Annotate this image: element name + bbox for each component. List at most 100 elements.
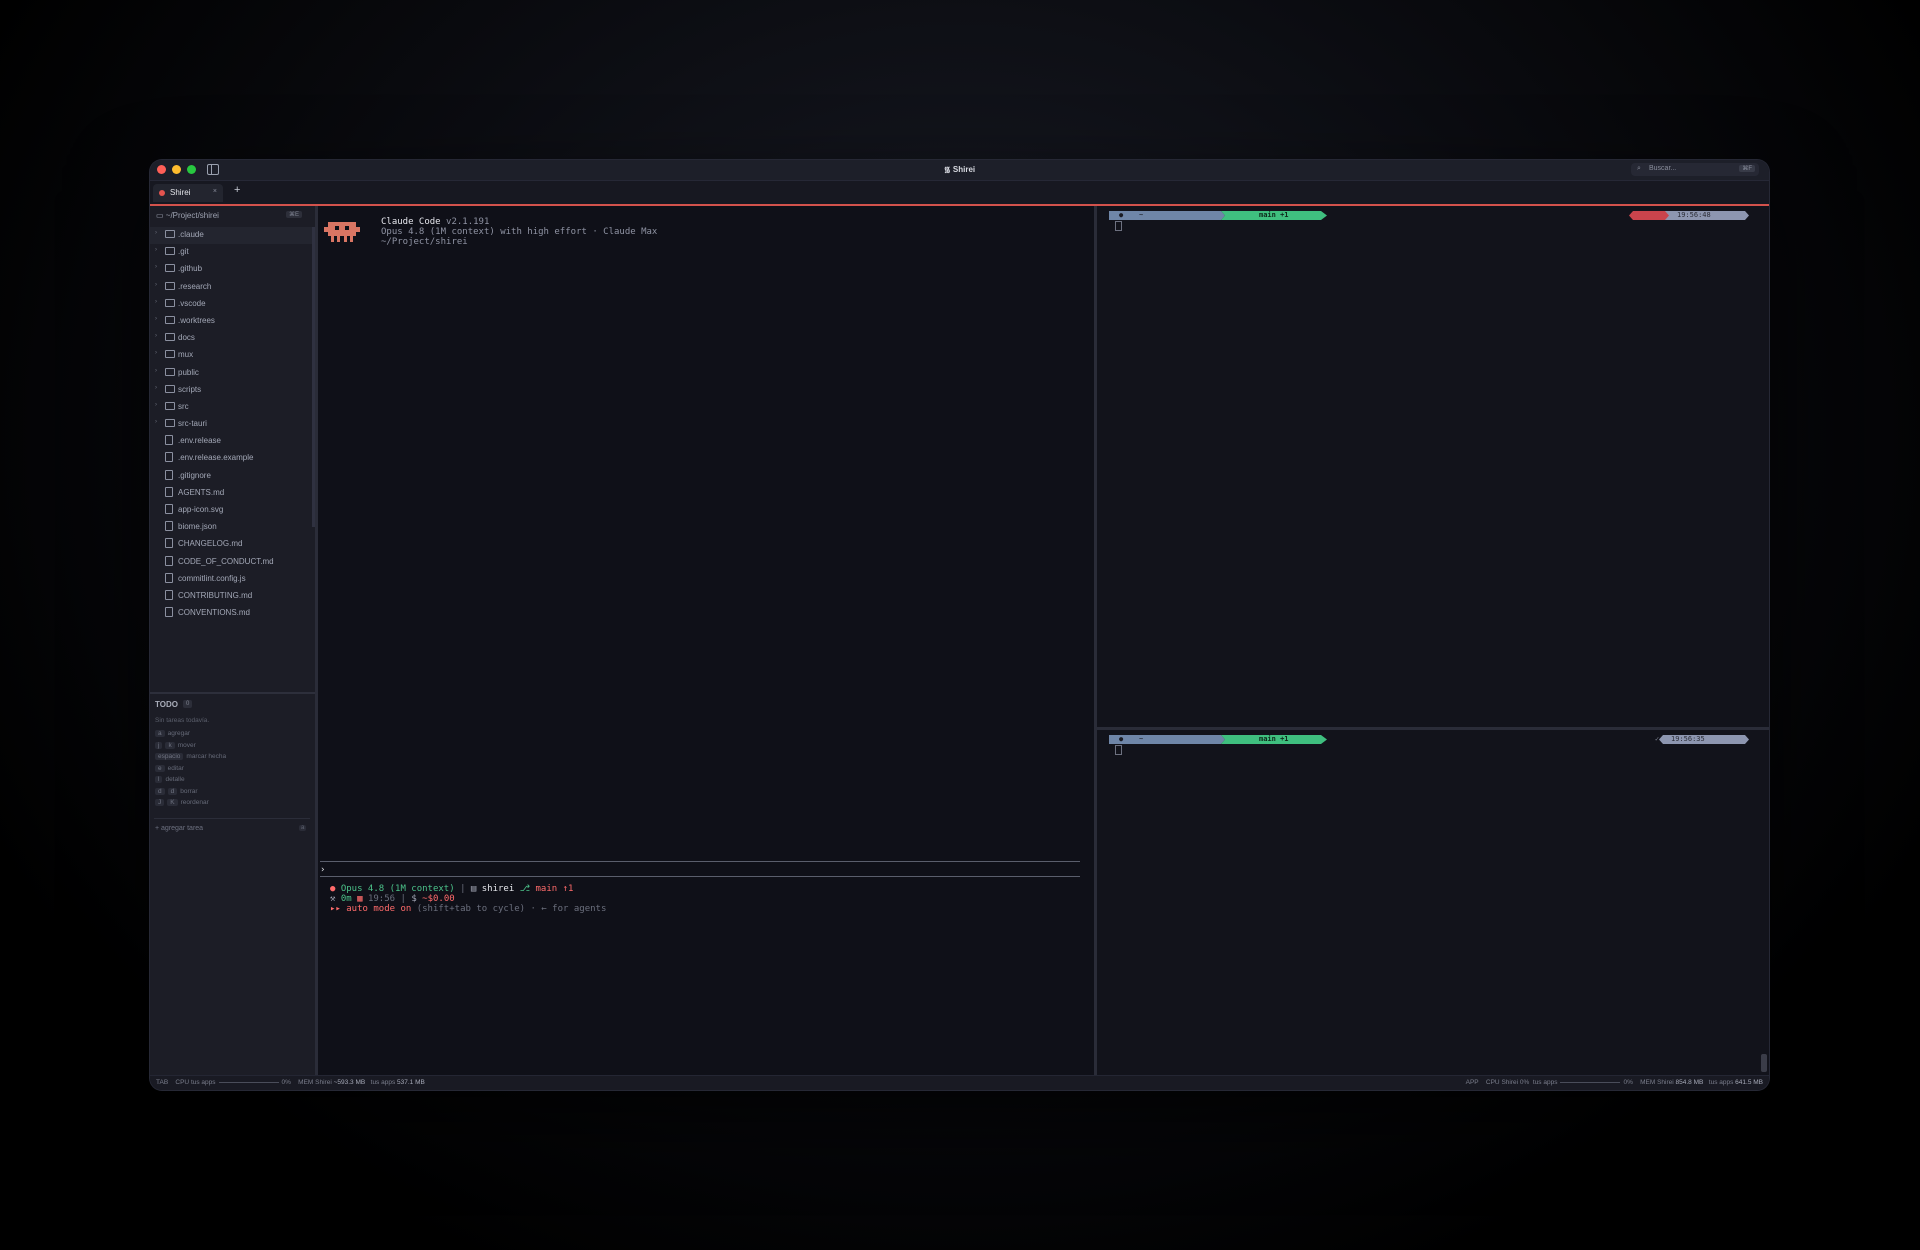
claude-code-terminal[interactable]: Claude Code v2.1.191 Opus 4.8 (1M contex… [318, 206, 1097, 1076]
prompt-branch: main +1 [1259, 735, 1289, 743]
chevron-right-icon[interactable]: › [155, 368, 157, 374]
chevron-right-icon[interactable]: › [155, 247, 157, 253]
prompt-right-segment: ✓ 19:56:35 [1629, 735, 1749, 744]
chevron-right-icon[interactable]: › [155, 299, 157, 305]
tab-bar: Shirei × + [150, 181, 1769, 206]
status-bar: TAB CPU tus apps 0% MEM Shirei ~593.3 MB … [150, 1075, 1769, 1090]
tab-shirei[interactable]: Shirei × [153, 184, 223, 202]
prompt-dir: ~ [1139, 211, 1144, 219]
folder-item[interactable]: › src [150, 399, 312, 416]
status-tab-metrics: TAB CPU tus apps 0% MEM Shirei ~593.3 MB … [156, 1079, 425, 1086]
folder-item[interactable]: › .vscode [150, 296, 312, 313]
tree-item-label: AGENTS.md [178, 487, 225, 497]
tree-item-label: .worktrees [178, 315, 215, 325]
hint-label: mover [177, 741, 196, 749]
chevron-right-icon[interactable]: › [155, 333, 157, 339]
pane-scrollbar[interactable] [1761, 1054, 1767, 1072]
file-item[interactable]: CONVENTIONS.md [150, 605, 312, 622]
prompt-right-segment: 19:56:48 [1629, 211, 1749, 220]
chevron-right-icon[interactable]: › [155, 402, 157, 408]
prompt-input[interactable]: › [320, 865, 325, 875]
chevron-right-icon[interactable]: › [155, 350, 157, 356]
status-cost: ~$0.00 [422, 894, 455, 904]
hint-label: editar [167, 764, 184, 772]
chevron-right-icon[interactable]: › [155, 264, 157, 270]
tree-item-label: .env.release.example [178, 453, 254, 463]
terminal-pane-top[interactable]: ● ~ main +1 19:56:48 [1097, 206, 1769, 727]
chevron-right-icon[interactable]: › [155, 316, 157, 322]
chevron-right-icon[interactable]: › [155, 230, 157, 236]
folder-item[interactable]: › src-tauri [150, 416, 312, 433]
sidebar-path[interactable]: ▭ ~/Project/shirei ⌘E [156, 211, 303, 220]
tree-item-label: docs [178, 333, 195, 343]
chevron-right-icon[interactable]: › [155, 419, 157, 425]
terminal-cursor [1115, 745, 1122, 755]
folder-icon [165, 419, 175, 428]
hint-key: e [155, 764, 165, 772]
file-item[interactable]: CONTRIBUTING.md [150, 588, 312, 605]
money-icon: $ [411, 894, 417, 904]
cpu-bar [218, 1081, 279, 1083]
hint-key: j [155, 741, 163, 749]
status-mode: auto mode on [346, 904, 412, 914]
todo-hint: e editar [155, 764, 184, 772]
hint-key: k [165, 741, 175, 749]
hint-key: a [155, 730, 165, 737]
folder-item[interactable]: › .research [150, 279, 312, 296]
folder-icon [165, 384, 175, 393]
mode-arrows-icon: ▸▸ [330, 904, 341, 914]
terminal-pane-bottom[interactable]: ● ~ main +1 ✓ 19:56:35 [1097, 730, 1769, 1076]
file-icon [165, 555, 173, 566]
folder-icon [165, 401, 175, 410]
file-item[interactable]: .env.release [150, 433, 312, 450]
tab-close-icon[interactable]: × [213, 188, 217, 195]
file-tree: › .claude › .git › .github › .research › .vscode ›… [150, 227, 312, 622]
claude-mascot-icon [324, 222, 360, 242]
hint-label: agregar [167, 730, 191, 737]
folder-item[interactable]: › .github [150, 261, 312, 278]
folder-icon [165, 298, 175, 307]
file-item[interactable]: CHANGELOG.md [150, 536, 312, 553]
folder-item[interactable]: › .worktrees [150, 313, 312, 330]
tree-item-label: .research [178, 281, 212, 291]
folder-icon [165, 333, 175, 342]
status-dir: shirei [481, 884, 515, 894]
file-item[interactable]: .env.release.example [150, 450, 312, 467]
file-icon [165, 469, 173, 480]
add-task-button[interactable]: + agregar tarea [155, 825, 203, 832]
file-item[interactable]: CODE_OF_CONDUCT.md [150, 554, 312, 571]
new-tab-button[interactable]: + [234, 184, 240, 196]
folder-item[interactable]: › docs [150, 330, 312, 347]
file-item[interactable]: app-icon.svg [150, 502, 312, 519]
prompt-top-border [320, 861, 1080, 862]
chevron-right-icon[interactable]: › [155, 282, 157, 288]
cpu-bar [1560, 1081, 1621, 1083]
status-branch: main ↑1 [535, 884, 574, 894]
file-icon [165, 452, 173, 463]
folder-item[interactable]: › public [150, 365, 312, 382]
search-input[interactable]: ⌕ Buscar... ⌘F [1631, 163, 1759, 176]
prompt-bottom-border [320, 876, 1080, 877]
folder-icon [165, 281, 175, 290]
folder-icon [165, 350, 175, 359]
hint-key: d [155, 787, 165, 795]
claude-header: Claude Code v2.1.191 [381, 217, 490, 227]
file-item[interactable]: biome.json [150, 519, 312, 536]
sidebar-scrollbar[interactable] [312, 227, 315, 527]
hint-key: d [167, 787, 178, 795]
status-mode-hint: (shift+tab to cycle) · ← for agents [416, 904, 607, 914]
hint-key: K [167, 799, 178, 806]
folder-item[interactable]: › mux [150, 347, 312, 364]
file-item[interactable]: .gitignore [150, 468, 312, 485]
status-model: Opus 4.8 (1M context) [340, 884, 455, 894]
claude-statusline-1: ● Opus 4.8 (1M context) | ▤ shirei ⎇ mai… [330, 884, 574, 894]
file-icon [165, 607, 173, 618]
claude-statusline-3: ▸▸ auto mode on (shift+tab to cycle) · ←… [330, 904, 606, 914]
file-item[interactable]: commitlint.config.js [150, 571, 312, 588]
hint-label: reordenar [180, 799, 209, 806]
chevron-right-icon[interactable]: › [155, 385, 157, 391]
folder-item[interactable]: › .claude [150, 227, 312, 245]
folder-item[interactable]: › scripts [150, 382, 312, 399]
folder-item[interactable]: › .git [150, 244, 312, 261]
file-item[interactable]: AGENTS.md [150, 485, 312, 502]
